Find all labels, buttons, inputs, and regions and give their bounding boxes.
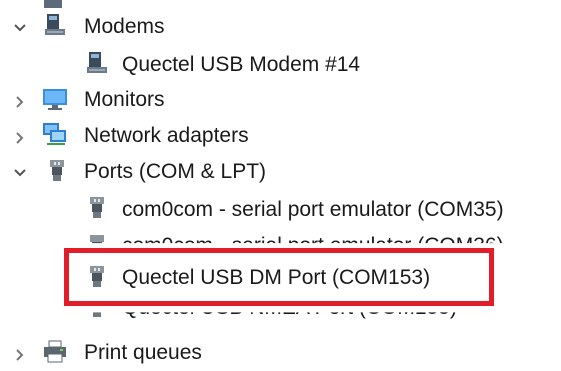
chevron-right-icon[interactable] [12, 94, 28, 110]
tree-item-label: Ports (COM & LPT) [84, 160, 267, 183]
port-icon [90, 197, 104, 218]
port-icon [50, 160, 64, 181]
tree-item-monitors[interactable]: Monitors [0, 82, 561, 118]
tree-item-print-queues[interactable]: Print queues [0, 335, 561, 371]
tree-item-label: Monitors [84, 88, 165, 111]
tree-item-modem-child[interactable]: Quectel USB Modem #14 [0, 46, 561, 82]
network-adapter-icon [43, 123, 66, 145]
tree-item-label: Network adapters [84, 124, 249, 147]
monitor-icon [43, 89, 67, 110]
tree-item-label: Modems [84, 15, 165, 38]
tree-item-partial-top [0, 0, 561, 10]
tree-item-label: Quectel USB Modem #14 [122, 53, 361, 76]
tree-item-port-com35[interactable]: com0com - serial port emulator (COM35) [0, 190, 561, 226]
device-tree: Modems Quectel USB Modem #14 Monitors Ne… [0, 0, 561, 368]
tree-item-ports[interactable]: Ports (COM & LPT) [0, 154, 561, 190]
chevron-right-icon[interactable] [12, 347, 28, 363]
modem-icon [87, 52, 107, 73]
printer-icon [44, 340, 66, 363]
tree-item-label: com0com - serial port emulator (COM35) [122, 198, 504, 221]
highlight-box [64, 248, 494, 306]
tree-item-network-adapters[interactable]: Network adapters [0, 118, 561, 154]
tree-item-modems[interactable]: Modems [0, 10, 561, 46]
chevron-down-icon[interactable] [12, 165, 28, 181]
tree-item-label: Print queues [84, 341, 202, 364]
modem-icon [45, 14, 65, 35]
chevron-down-icon[interactable] [12, 20, 28, 36]
chevron-right-icon[interactable] [12, 130, 28, 146]
